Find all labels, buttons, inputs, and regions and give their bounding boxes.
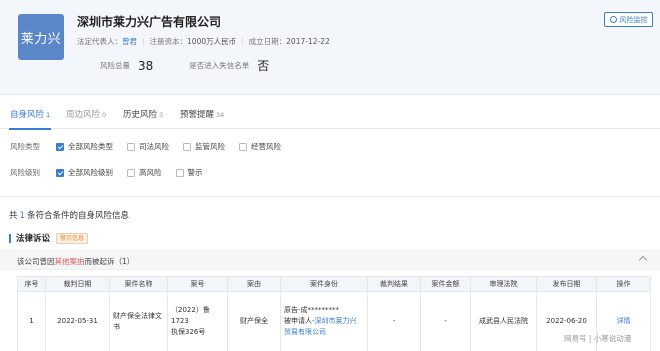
- company-meta: 法定代表人：曾君 | 注册资本：1000万人民币 | 成立日期：2017-12-22: [77, 36, 330, 47]
- col-judgment-date: 裁判日期: [45, 276, 110, 292]
- checkbox-icon: [175, 168, 184, 177]
- section-title: 法律诉讼: [16, 234, 51, 244]
- company-name: 深圳市莱力兴广告有限公司: [77, 15, 222, 29]
- section-marker: [9, 233, 11, 243]
- risk-level-filter: 风险级别 全部风险级别 高风险 警示: [10, 167, 217, 178]
- table-header-row: 序号 裁判日期 案件名称 案号 案由 案件身份 裁判结果 案件金额 审理法院 发…: [17, 276, 651, 292]
- active-tab-indicator: [9, 128, 51, 130]
- meta-divider: |: [241, 37, 244, 46]
- party-company-link-cont[interactable]: 贸易有限公司: [284, 328, 326, 336]
- filter-warning[interactable]: 警示: [175, 167, 203, 178]
- lawsuit-table: 序号 裁判日期 案件名称 案号 案由 案件身份 裁判结果 案件金额 审理法院 发…: [17, 276, 651, 351]
- col-party-role: 案件身份: [280, 276, 368, 292]
- cell-court: 成武县人民法院: [470, 291, 537, 351]
- checkbox-icon: [127, 168, 135, 177]
- cell-judgment-date: 2022-05-31: [45, 291, 110, 351]
- party-company-link[interactable]: 深圳市莱力兴: [315, 317, 357, 325]
- col-case-number: 案号: [167, 276, 228, 292]
- filter-regulatory-risk[interactable]: 监管风险: [183, 141, 225, 152]
- result-summary: 共 1 条符合条件的自身风险信息: [9, 211, 129, 221]
- col-result: 裁判结果: [367, 276, 421, 292]
- col-court: 审理法院: [470, 276, 537, 292]
- capital-label: 注册资本：: [149, 37, 188, 46]
- tab-surrounding-risk[interactable]: 周边风险 0: [66, 108, 106, 120]
- chevron-up-icon[interactable]: [638, 255, 648, 265]
- cell-case-name: 财产保全法律文书: [109, 291, 168, 351]
- col-index: 序号: [17, 276, 46, 292]
- filter-all-types[interactable]: 全部风险类型: [56, 141, 113, 152]
- legal-rep-link[interactable]: 曾君: [122, 37, 137, 46]
- dishonest-value: 否: [257, 59, 270, 73]
- warning-badge: 警示信息: [56, 232, 89, 244]
- col-cause: 案由: [227, 276, 281, 292]
- risk-level-label: 风险级别: [10, 168, 40, 177]
- capital-value: 1000万人民币: [187, 37, 237, 46]
- location-pin-icon: [609, 16, 617, 23]
- company-logo: 莱力兴: [18, 14, 64, 60]
- section-legal-proceedings: 法律诉讼 警示信息: [9, 232, 89, 244]
- legal-rep-label: 法定代表人：: [77, 37, 122, 46]
- cell-result: -: [367, 291, 421, 351]
- section-divider: [0, 196, 660, 197]
- filter-high-risk[interactable]: 高风险: [127, 167, 162, 178]
- tab-self-risk[interactable]: 自身风险 1: [10, 108, 50, 120]
- risk-total-value: 38: [138, 58, 154, 73]
- dishonest-label: 是否进入失信名单: [189, 61, 250, 70]
- risk-type-filter: 风险类型 全部风险类型 司法风险 监管风险 经营风险: [10, 141, 295, 152]
- cell-amount: -: [420, 291, 471, 351]
- lawsuit-subheader[interactable]: 该公司曾因其他案由而被起诉（1）: [0, 250, 660, 270]
- col-publish-date: 发布日期: [536, 276, 597, 292]
- checkbox-icon: [127, 142, 135, 151]
- col-amount: 案件金额: [420, 276, 471, 292]
- filter-judicial-risk[interactable]: 司法风险: [127, 141, 169, 152]
- risk-total-label: 风险总量: [100, 61, 130, 70]
- risk-summary-row: 风险总量 38 是否进入失信名单 否: [100, 57, 269, 74]
- col-action: 操作: [596, 276, 651, 292]
- tab-warning[interactable]: 预警提醒 34: [180, 108, 224, 120]
- risk-type-label: 风险类型: [10, 142, 40, 151]
- cell-index: 1: [17, 291, 46, 351]
- tab-history-risk[interactable]: 历史风险 3: [123, 108, 163, 120]
- filter-all-levels[interactable]: 全部风险级别: [56, 167, 113, 178]
- filter-operating-risk[interactable]: 经营风险: [239, 141, 281, 152]
- col-case-name: 案件名称: [109, 276, 168, 292]
- founded-label: 成立日期：: [248, 37, 287, 46]
- watermark: 网易号 | 小寒说动漫: [564, 334, 632, 343]
- company-header: 莱力兴 深圳市莱力兴广告有限公司 法定代表人：曾君 | 注册资本：1000万人民币 |…: [0, 0, 660, 95]
- meta-divider: |: [142, 37, 145, 46]
- checkbox-checked-icon: [56, 142, 64, 151]
- cell-party-role: 原告-成********* 被申请人-深圳市莱力兴 贸易有限公司: [280, 291, 368, 351]
- checkbox-checked-icon: [56, 168, 64, 177]
- table-row: 1 2022-05-31 财产保全法律文书 （2022）鲁1723 执保326号 …: [17, 291, 651, 351]
- lawsuit-subheader-text: 该公司曾因其他案由而被起诉（1）: [17, 257, 135, 266]
- risk-monitor-label: 风险监控: [619, 15, 648, 24]
- founded-value: 2017-12-22: [286, 37, 330, 46]
- cell-cause: 财产保全: [227, 291, 281, 351]
- risk-tabs: 自身风险 1 周边风险 0 历史风险 3 预警提醒 34: [0, 96, 660, 129]
- cell-case-number: （2022）鲁1723 执保326号: [167, 291, 228, 351]
- checkbox-icon: [183, 142, 191, 151]
- checkbox-icon: [239, 142, 247, 151]
- risk-monitor-button[interactable]: 风险监控: [604, 12, 653, 27]
